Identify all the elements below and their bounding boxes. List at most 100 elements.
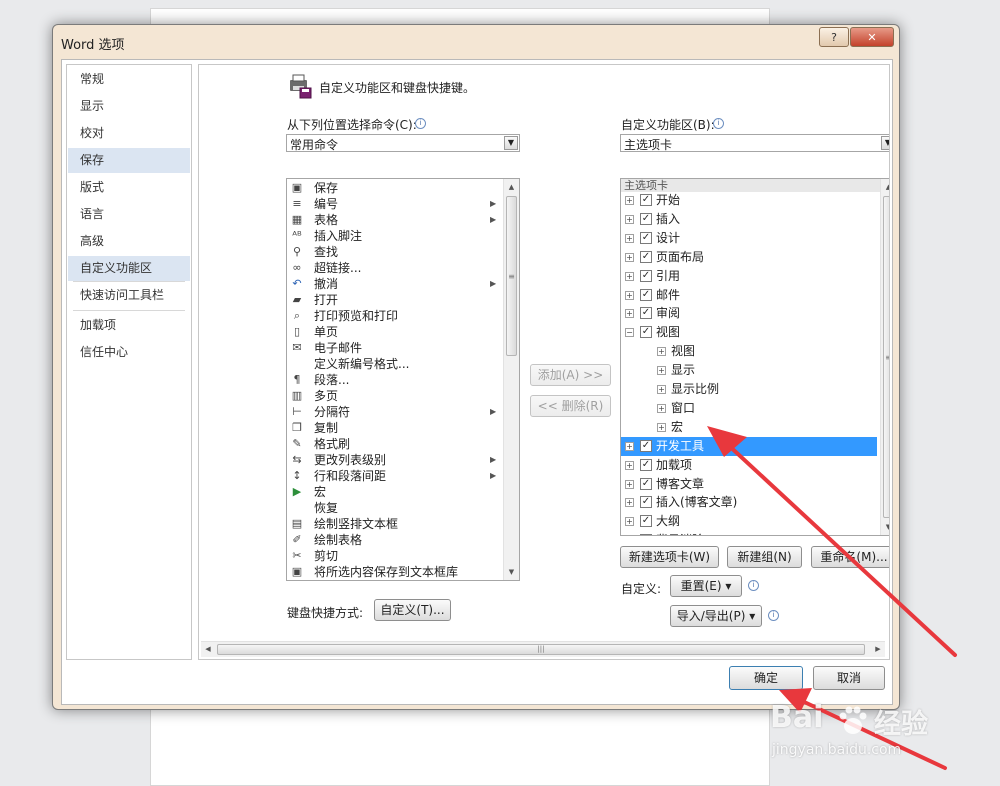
ribbon-tab-item[interactable]: +✓背景消除 bbox=[621, 531, 877, 535]
ribbon-group-item[interactable]: + 宏 bbox=[621, 418, 877, 437]
cancel-button[interactable]: 取消 bbox=[813, 666, 885, 690]
close-button[interactable]: ✕ bbox=[850, 27, 894, 47]
command-item[interactable]: ↶ 撤消 ▶ bbox=[287, 276, 499, 292]
command-item[interactable]: ▤ 绘制竖排文本框 bbox=[287, 516, 499, 532]
command-item[interactable]: ✂ 剪切 bbox=[287, 548, 499, 564]
command-item[interactable]: ↕ 行和段落间距 ▶ bbox=[287, 468, 499, 484]
expand-icon[interactable]: + bbox=[625, 479, 634, 489]
expand-icon[interactable]: + bbox=[625, 309, 634, 319]
expand-icon[interactable]: + bbox=[625, 441, 634, 451]
ribbon-group-item[interactable]: + 窗口 bbox=[621, 399, 877, 418]
expand-icon[interactable]: + bbox=[625, 517, 634, 527]
ribbon-group-item[interactable]: + 显示比例 bbox=[621, 380, 877, 399]
nav-item[interactable]: 常规 bbox=[68, 67, 190, 92]
command-item[interactable]: ▣ 将所选内容保存到文本框库 bbox=[287, 564, 499, 580]
expand-icon[interactable]: + bbox=[625, 233, 634, 243]
command-item[interactable]: ᴬᴮ 插入脚注 bbox=[287, 228, 499, 244]
scroll-down-icon[interactable]: ▼ bbox=[504, 564, 519, 580]
ribbon-tabs-tree[interactable]: 主选项卡 ▲ ≡ ▼ +✓开始+✓插入+✓设计+✓页面布局+✓引用+✓邮件+✓审… bbox=[620, 178, 889, 536]
ribbon-tab-item[interactable]: + ✓ 博客文章 bbox=[621, 475, 877, 494]
expand-icon[interactable]: + bbox=[625, 214, 634, 224]
remove-button[interactable]: << 删除(R) bbox=[530, 395, 611, 417]
command-item[interactable]: ▯ 单页 bbox=[287, 324, 499, 340]
command-item[interactable]: 恢复 bbox=[287, 500, 499, 516]
scroll-thumb[interactable]: ≡ bbox=[883, 196, 889, 518]
nav-item[interactable]: 显示 bbox=[68, 94, 190, 119]
ribbon-tab-item[interactable]: + ✓ 插入(博客文章) bbox=[621, 493, 877, 512]
chevron-down-icon[interactable]: ▼ bbox=[881, 136, 889, 150]
nav-item[interactable]: 版式 bbox=[68, 175, 190, 200]
command-item[interactable]: 定义新编号格式... bbox=[287, 356, 499, 372]
ok-button[interactable]: 确定 bbox=[729, 666, 803, 690]
tab-checkbox[interactable]: ✓ bbox=[640, 269, 652, 282]
nav-item[interactable]: 高级 bbox=[68, 229, 190, 254]
expand-icon[interactable]: + bbox=[657, 347, 666, 357]
add-button[interactable]: 添加(A) >> bbox=[530, 364, 611, 386]
nav-item[interactable]: 快速访问工具栏 bbox=[68, 283, 190, 308]
scroll-right-icon[interactable]: ▶ bbox=[871, 642, 885, 657]
command-item[interactable]: ¶ 段落... bbox=[287, 372, 499, 388]
ribbon-tab-item[interactable]: + ✓ 大纲 bbox=[621, 512, 877, 531]
command-item[interactable]: ✉ 电子邮件 bbox=[287, 340, 499, 356]
expand-icon[interactable]: + bbox=[657, 366, 666, 376]
collapse-icon[interactable]: − bbox=[625, 328, 634, 338]
tab-checkbox[interactable]: ✓ bbox=[640, 194, 652, 206]
ribbon-tab-item[interactable]: + ✓ 加载项 bbox=[621, 456, 877, 475]
command-item[interactable]: ⊢ 分隔符 ▶ bbox=[287, 404, 499, 420]
command-item[interactable]: ≡ 编号 ▶ bbox=[287, 196, 499, 212]
expand-icon[interactable]: + bbox=[625, 498, 634, 508]
nav-item[interactable]: 自定义功能区 bbox=[68, 256, 190, 281]
expand-icon[interactable]: + bbox=[657, 403, 666, 413]
help-button[interactable]: ? bbox=[819, 27, 849, 47]
nav-item[interactable]: 校对 bbox=[68, 121, 190, 146]
ribbon-tab-item[interactable]: + ✓ 邮件 bbox=[621, 286, 877, 305]
scroll-down-icon[interactable]: ▼ bbox=[881, 519, 889, 535]
new-group-button[interactable]: 新建组(N) bbox=[727, 546, 802, 568]
ribbon-tab-item[interactable]: + ✓ 页面布局 bbox=[621, 248, 877, 267]
customize-keyboard-button[interactable]: 自定义(T)... bbox=[374, 599, 451, 621]
command-item[interactable]: ⚲ 查找 bbox=[287, 244, 499, 260]
ribbon-tab-item[interactable]: + ✓ 引用 bbox=[621, 267, 877, 286]
command-item[interactable]: ⌕ 打印预览和打印 bbox=[287, 308, 499, 324]
nav-item[interactable]: 信任中心 bbox=[68, 340, 190, 365]
command-item[interactable]: ⇆ 更改列表级别 ▶ bbox=[287, 452, 499, 468]
ribbon-group-item[interactable]: + 显示 bbox=[621, 361, 877, 380]
tab-checkbox[interactable]: ✓ bbox=[640, 477, 652, 490]
import-export-button[interactable]: 导入/导出(P) ▾ bbox=[670, 605, 762, 627]
ribbon-tab-item[interactable]: + ✓ 开发工具 bbox=[621, 436, 877, 456]
chevron-down-icon[interactable]: ▼ bbox=[504, 136, 518, 150]
scroll-up-icon[interactable]: ▲ bbox=[504, 179, 519, 195]
nav-item[interactable]: 加载项 bbox=[68, 313, 190, 338]
command-item[interactable]: ✐ 绘制表格 bbox=[287, 532, 499, 548]
reset-button[interactable]: 重置(E) ▾ bbox=[670, 575, 742, 597]
expand-icon[interactable]: + bbox=[625, 196, 634, 205]
tab-checkbox[interactable]: ✓ bbox=[640, 439, 652, 452]
nav-item[interactable]: 语言 bbox=[68, 202, 190, 227]
nav-item[interactable]: 保存 bbox=[68, 148, 190, 173]
commands-scrollbar[interactable]: ▲ ≡ ▼ bbox=[503, 179, 519, 580]
choose-commands-combo[interactable]: 常用命令 ▼ bbox=[286, 134, 520, 152]
scroll-up-icon[interactable]: ▲ bbox=[881, 179, 889, 195]
command-item[interactable]: ▶ 宏 bbox=[287, 484, 499, 500]
command-item[interactable]: ❐ 复制 bbox=[287, 420, 499, 436]
expand-icon[interactable]: + bbox=[625, 252, 634, 262]
command-item[interactable]: ▰ 打开 bbox=[287, 292, 499, 308]
tab-checkbox[interactable]: ✓ bbox=[640, 515, 652, 528]
command-item[interactable]: ▦ 表格 ▶ bbox=[287, 212, 499, 228]
expand-icon[interactable]: + bbox=[657, 422, 666, 432]
new-tab-button[interactable]: 新建选项卡(W) bbox=[620, 546, 719, 568]
command-item[interactable]: ✎ 格式刷 bbox=[287, 436, 499, 452]
ribbon-tab-item[interactable]: + ✓ 审阅 bbox=[621, 304, 877, 323]
expand-icon[interactable]: + bbox=[657, 385, 666, 394]
rename-button[interactable]: 重命名(M)... bbox=[811, 546, 889, 568]
customize-ribbon-combo[interactable]: 主选项卡 ▼ bbox=[620, 134, 889, 152]
panel-horizontal-scrollbar[interactable]: ◀ ||| ▶ bbox=[201, 641, 885, 657]
tab-checkbox[interactable]: ✓ bbox=[640, 288, 652, 301]
tab-checkbox[interactable]: ✓ bbox=[640, 212, 652, 225]
tab-checkbox[interactable]: ✓ bbox=[640, 326, 652, 339]
ribbon-tab-item[interactable]: − ✓ 视图 bbox=[621, 323, 877, 342]
tab-checkbox[interactable]: ✓ bbox=[640, 496, 652, 509]
ribbon-tab-item[interactable]: + ✓ 开始 bbox=[621, 191, 877, 210]
scroll-thumb[interactable]: ≡ bbox=[506, 196, 517, 356]
scroll-thumb[interactable]: ||| bbox=[217, 644, 865, 655]
